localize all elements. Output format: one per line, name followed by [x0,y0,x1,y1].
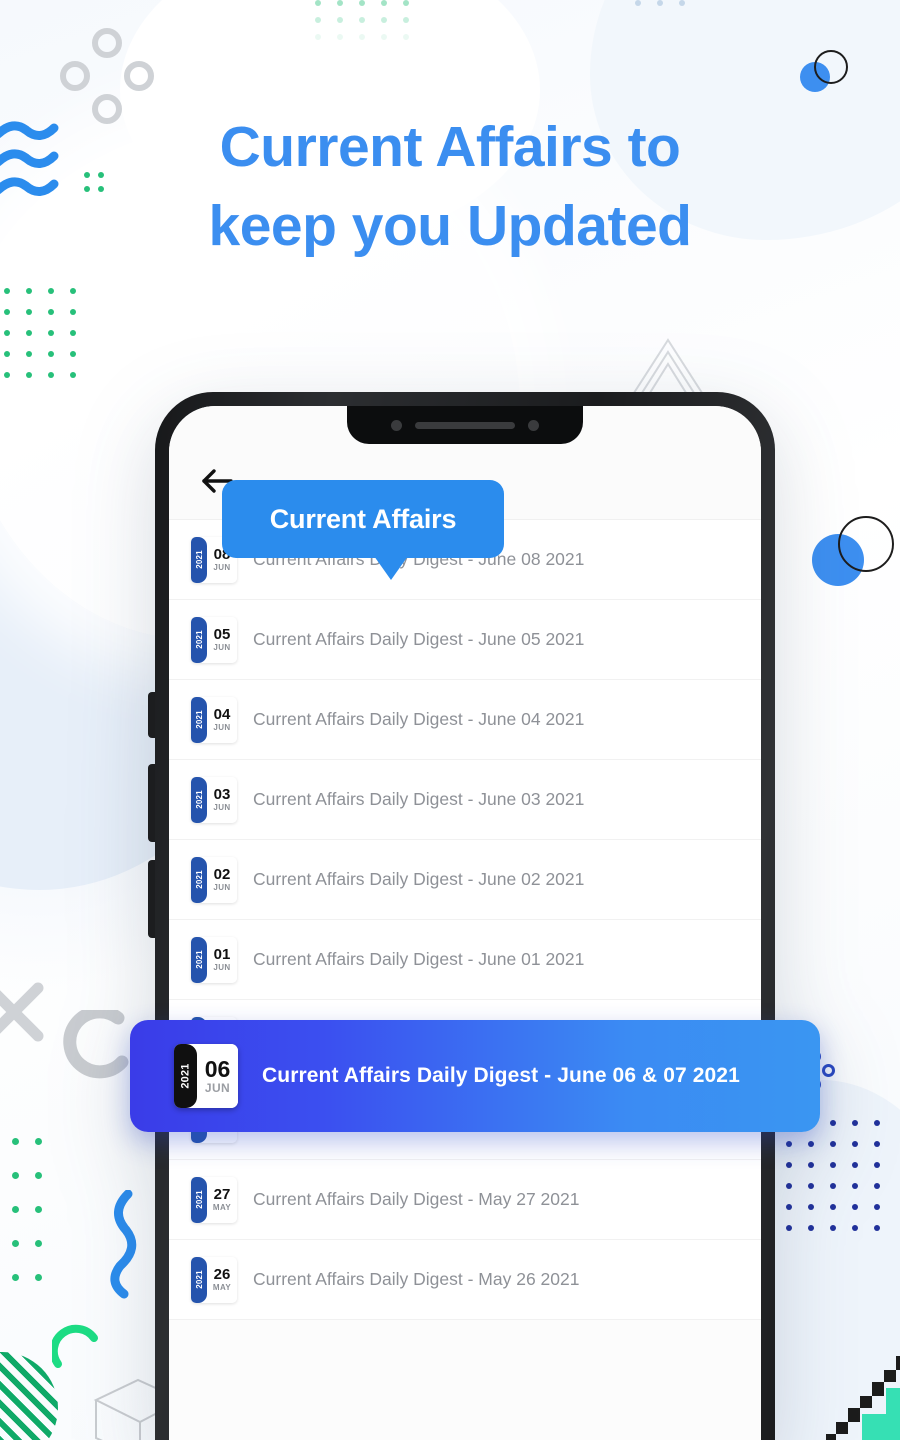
tooltip-bubble[interactable]: Current Affairs [222,480,504,580]
calendar-year: 2021 [194,630,204,649]
phone-notch [347,406,583,444]
green-dot-grid-icon [315,0,425,51]
green-dot-grid-icon [4,288,92,393]
digest-list[interactable]: 2021 08 JUN Current Affairs Daily Digest - … [169,520,761,1320]
calendar-year-tab: 2021 [191,616,207,663]
calendar-month: JUN [213,883,231,892]
list-item[interactable]: 2021 01 JUN Current Affairs Daily Digest - … [169,920,761,1000]
page-title: Current Affairs to keep you Updated [0,108,900,265]
navy-dot-grid-icon [786,1120,896,1246]
calendar-year-tab: 2021 [191,776,207,823]
list-item-title: Current Affairs Daily Digest - June 04 2… [253,709,585,729]
calendar-year: 2021 [179,1063,192,1089]
list-item-title: Current Affairs Daily Digest - June 06 &… [262,1064,740,1087]
list-item-title: Current Affairs Daily Digest - June 01 2… [253,949,585,969]
calendar-year: 2021 [194,950,204,969]
calendar-icon: 2021 04 JUN [191,696,237,743]
list-item-title: Current Affairs Daily Digest - June 02 2… [253,869,585,889]
highlighted-list-item[interactable]: 2021 06 JUN Current Affairs Daily Digest… [130,1020,820,1132]
calendar-face: 01 JUN [207,936,237,983]
proximity-sensor-icon [528,419,539,431]
list-item[interactable]: 2021 05 JUN Current Affairs Daily Digest - … [169,600,761,680]
calendar-month: JUN [213,563,231,572]
calendar-icon: 2021 26 MAY [191,1256,237,1303]
calendar-face: 02 JUN [207,856,237,903]
calendar-icon: 2021 27 MAY [191,1176,237,1223]
calendar-year-tab: 2021 [191,536,207,583]
list-item-title: Current Affairs Daily Digest - May 26 20… [253,1269,580,1289]
gray-cross-icon [0,980,52,1055]
tooltip-label: Current Affairs [269,503,457,534]
list-item[interactable]: 2021 02 JUN Current Affairs Daily Digest - … [169,840,761,920]
headline-line-2: keep you Updated [208,193,692,258]
striped-circle-icon [0,1352,58,1440]
list-item[interactable]: 2021 03 JUN Current Affairs Daily Digest - … [169,760,761,840]
list-item[interactable]: 2021 27 MAY Current Affairs Daily Digest - … [169,1160,761,1240]
calendar-year-tab: 2021 [174,1044,197,1108]
calendar-year: 2021 [194,1190,204,1209]
tooltip-tail-icon [374,556,408,580]
calendar-day: 06 [204,1056,231,1082]
calendar-year-tab: 2021 [191,1176,207,1223]
calendar-month: JUN [213,803,231,812]
calendar-month: JUN [213,963,231,972]
calendar-year-tab: 2021 [191,936,207,983]
calendar-month: JUN [213,723,231,732]
circle-pair-icon [812,516,894,588]
calendar-day: 01 [213,946,231,963]
calendar-month: MAY [212,1203,232,1212]
calendar-day: 26 [213,1266,231,1283]
calendar-face: 26 MAY [207,1256,237,1303]
calendar-icon: 2021 03 JUN [191,776,237,823]
calendar-year: 2021 [194,790,204,809]
calendar-face: 27 MAY [207,1176,237,1223]
calendar-day: 02 [213,866,231,883]
calendar-month: JUN [213,643,231,652]
green-arc-icon [49,1322,100,1375]
list-item-title: Current Affairs Daily Digest - June 03 2… [253,789,585,809]
calendar-year: 2021 [194,550,204,569]
headline-line-1: Current Affairs to [219,115,681,179]
calendar-face: 03 JUN [207,776,237,823]
calendar-year: 2021 [194,870,204,889]
calendar-year-tab: 2021 [191,1256,207,1303]
calendar-icon: 2021 05 JUN [191,616,237,663]
list-item[interactable]: 2021 26 MAY Current Affairs Daily Digest - … [169,1240,761,1320]
calendar-icon: 2021 02 JUN [191,856,237,903]
calendar-year-tab: 2021 [191,856,207,903]
calendar-face: 05 JUN [207,616,237,663]
phone-mockup: 2021 08 JUN Current Affairs Daily Digest - … [120,392,820,1440]
promo-screenshot: Current Affairs to keep you Updated 2021… [0,0,900,1440]
front-camera-icon [391,419,402,431]
list-item-title: Current Affairs Daily Digest - June 05 2… [253,629,585,649]
calendar-month: MAY [212,1283,232,1292]
earpiece-speaker-icon [415,421,515,429]
calendar-day: 03 [213,786,231,803]
calendar-year-tab: 2021 [191,696,207,743]
green-dot-grid-icon [635,0,701,16]
calendar-icon: 2021 06 JUN [174,1044,238,1108]
phone-screen: 2021 08 JUN Current Affairs Daily Digest - … [169,406,761,1440]
calendar-year: 2021 [194,1270,204,1289]
calendar-icon: 2021 01 JUN [191,936,237,983]
circle-pair-icon [800,50,856,96]
calendar-day: 27 [213,1186,231,1203]
list-item[interactable]: 2021 04 JUN Current Affairs Daily Digest - … [169,680,761,760]
calendar-face: 04 JUN [207,696,237,743]
calendar-day: 04 [213,706,231,723]
calendar-day: 05 [213,626,231,643]
list-item-title: Current Affairs Daily Digest - May 27 20… [253,1189,580,1209]
calendar-face: 06 JUN [197,1044,238,1108]
calendar-year: 2021 [194,710,204,729]
green-dot-grid-icon [12,1138,58,1308]
zigzag-icon [826,1344,900,1440]
calendar-month: JUN [204,1081,231,1095]
